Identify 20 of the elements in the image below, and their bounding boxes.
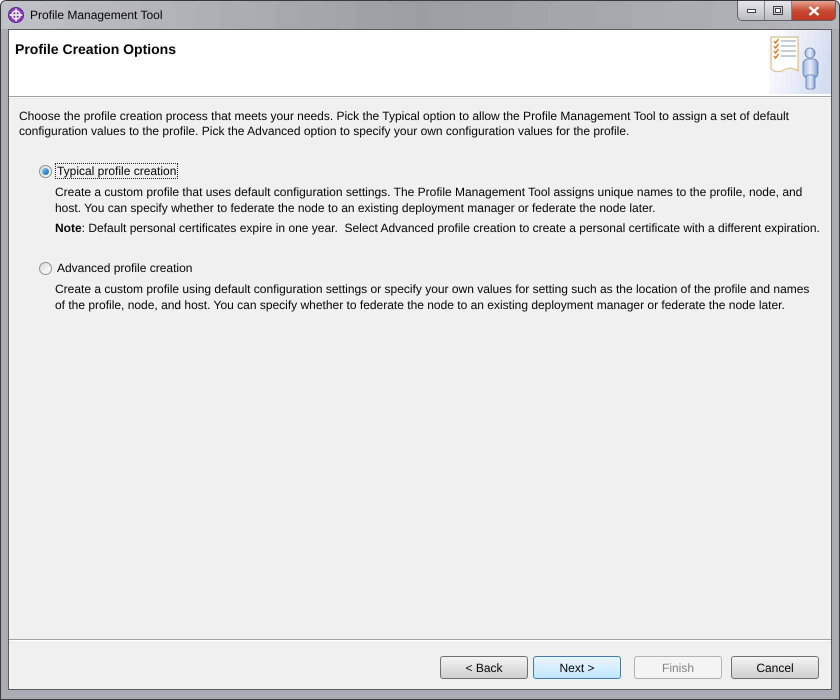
close-button[interactable] <box>792 1 835 20</box>
option-label[interactable]: Advanced profile creation <box>55 260 194 276</box>
option-description: Create a custom profile that uses default configuration settings. The Profile Management Tool assigns unique names to the profile, node, and host. You can specify whether to federate the node to an existing deployment manager or federate the node later. <box>55 184 804 216</box>
intro-text: Choose the profile creation process that meets your needs. Pick the Typical option to allow the Profile Management Tool to assign a set of default configuration values to the profile. Pick the Advanced option to specify your own configuration values for the profile. <box>19 109 790 139</box>
option-note: Note: Default personal certificates expire in one year. Select Advanced profile creation to create a personal certificate with a different expiration. <box>55 220 821 236</box>
option-label[interactable]: Typical profile creation <box>55 163 178 179</box>
maximize-icon <box>773 6 783 15</box>
next-button[interactable]: Next > <box>533 656 621 679</box>
option-description: Create a custom profile using default configuration settings or specify your own values for setting such as the location of the profile and names of the profile, node, and host. You can specify whether to federate the node to an existing deployment manager or federate the node later. <box>55 281 810 313</box>
window-title: Profile Management Tool <box>30 7 163 24</box>
app-logo-icon <box>8 7 24 23</box>
radio-button[interactable] <box>39 164 52 178</box>
radio-button[interactable] <box>39 262 52 274</box>
maximize-button[interactable] <box>765 1 792 20</box>
close-icon <box>808 6 820 16</box>
minimize-icon <box>746 8 756 12</box>
back-button[interactable]: < Back <box>440 656 528 679</box>
cancel-button[interactable]: Cancel <box>731 656 819 679</box>
page-title: Profile Creation Options <box>15 40 176 59</box>
minimize-button[interactable] <box>738 1 765 20</box>
